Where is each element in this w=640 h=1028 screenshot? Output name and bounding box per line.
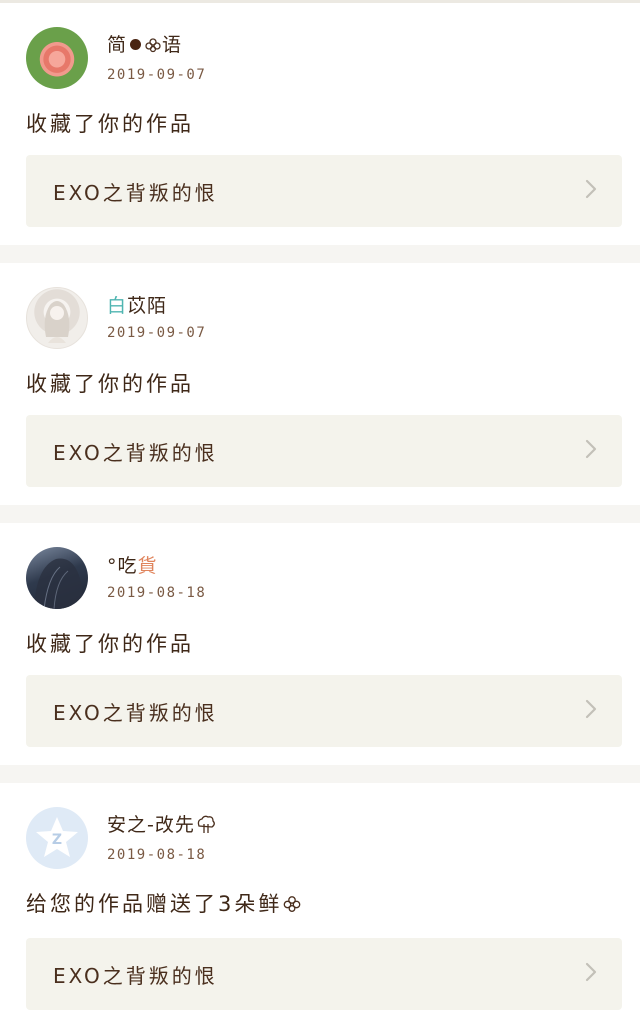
work-link[interactable]: EXO之背叛的恨 <box>26 675 622 747</box>
chevron-right-icon <box>582 438 600 464</box>
date: 2019-08-18 <box>107 846 207 863</box>
work-link[interactable]: EXO之背叛的恨 <box>26 415 622 487</box>
hair-avatar[interactable] <box>26 547 88 609</box>
feed-item: Z 安之-改先 2019-08-18 给您的作品赠送了3朵鲜 EXO之背叛的恨 <box>0 783 640 1028</box>
action-text: 收藏了你的作品 <box>26 372 194 396</box>
divider <box>0 765 640 783</box>
work-title: EXO之背叛的恨 <box>53 700 218 725</box>
work-title: EXO之背叛的恨 <box>53 963 218 988</box>
action-text: 给您的作品赠送了3朵鲜 <box>26 891 622 920</box>
user-row[interactable]: 白苡陌 2019-09-07 <box>26 287 622 349</box>
anime-girl-avatar[interactable] <box>26 287 88 349</box>
divider <box>0 505 640 523</box>
rose-avatar[interactable] <box>26 27 88 89</box>
tree-icon <box>195 814 217 839</box>
chevron-right-icon <box>582 961 600 987</box>
feed-item: 白苡陌 2019-09-07 收藏了你的作品 EXO之背叛的恨 <box>0 263 640 505</box>
svg-text:Z: Z <box>52 832 62 848</box>
username[interactable]: 安之-改先 <box>107 814 217 839</box>
chevron-right-icon <box>582 178 600 204</box>
user-row[interactable]: Z 安之-改先 2019-08-18 <box>26 807 622 869</box>
divider <box>0 245 640 263</box>
date: 2019-08-18 <box>107 585 207 601</box>
user-row[interactable]: °吃貨 2019-08-18 <box>26 547 622 609</box>
work-title: EXO之背叛的恨 <box>53 180 218 205</box>
feed-item: °吃貨 2019-08-18 收藏了你的作品 EXO之背叛的恨 <box>0 523 640 765</box>
feed-item: 简语 2019-09-07 收藏了你的作品 EXO之背叛的恨 <box>0 3 640 245</box>
action-text: 收藏了你的作品 <box>26 112 194 136</box>
flower-icon <box>144 36 162 59</box>
work-title: EXO之背叛的恨 <box>53 440 218 465</box>
username[interactable]: °吃貨 <box>107 555 206 577</box>
work-link[interactable]: EXO之背叛的恨 <box>26 938 622 1010</box>
action-text: 收藏了你的作品 <box>26 632 194 656</box>
work-link[interactable]: EXO之背叛的恨 <box>26 155 622 227</box>
username[interactable]: 白苡陌 <box>107 295 206 317</box>
dot-icon <box>130 39 142 50</box>
date: 2019-09-07 <box>107 66 207 83</box>
username[interactable]: 简语 <box>107 34 206 59</box>
flower-icon <box>282 894 302 920</box>
user-row[interactable]: 简语 2019-09-07 <box>26 27 622 89</box>
qq-default-avatar[interactable]: Z <box>26 807 88 869</box>
chevron-right-icon <box>582 698 600 724</box>
date: 2019-09-07 <box>107 325 207 341</box>
